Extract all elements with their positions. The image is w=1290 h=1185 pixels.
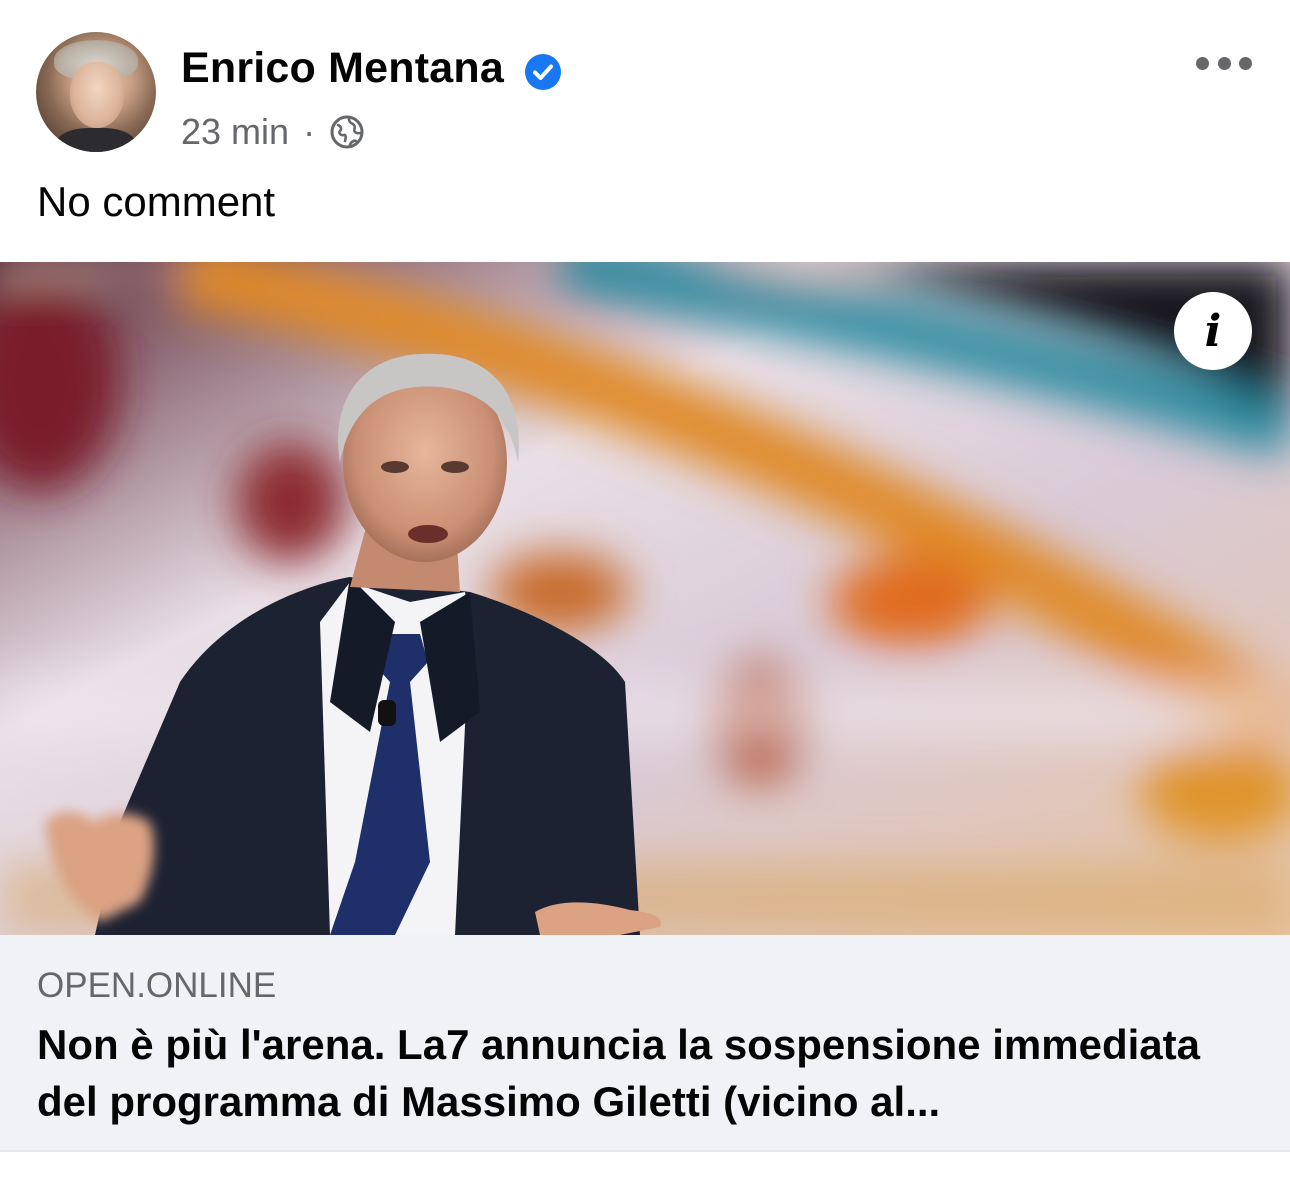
globe-icon[interactable] (329, 114, 365, 150)
more-options-button[interactable] (1196, 46, 1252, 80)
author-name[interactable]: Enrico Mentana (181, 44, 504, 93)
preview-photo (0, 262, 1290, 935)
post-text: No comment (37, 178, 276, 225)
verified-badge-icon (525, 54, 561, 90)
more-options-icon (1217, 56, 1231, 70)
avatar-face (70, 62, 124, 128)
info-button[interactable]: i (1174, 292, 1252, 370)
post-meta: 23 min · (181, 110, 365, 154)
more-options-icon (1239, 56, 1252, 70)
link-title[interactable]: Non è più l'arena. La7 annuncia la sospe… (37, 1016, 1257, 1130)
avatar-shirt (56, 128, 136, 152)
feed-post: Enrico Mentana 23 min · No comment i OPE… (0, 0, 1290, 1185)
meta-separator: · (303, 111, 316, 152)
author-avatar[interactable] (36, 32, 156, 152)
more-options-icon (1196, 56, 1209, 70)
link-domain: OPEN.ONLINE (37, 966, 277, 1005)
post-timestamp[interactable]: 23 min (181, 111, 289, 153)
link-preview-image[interactable] (0, 262, 1290, 935)
